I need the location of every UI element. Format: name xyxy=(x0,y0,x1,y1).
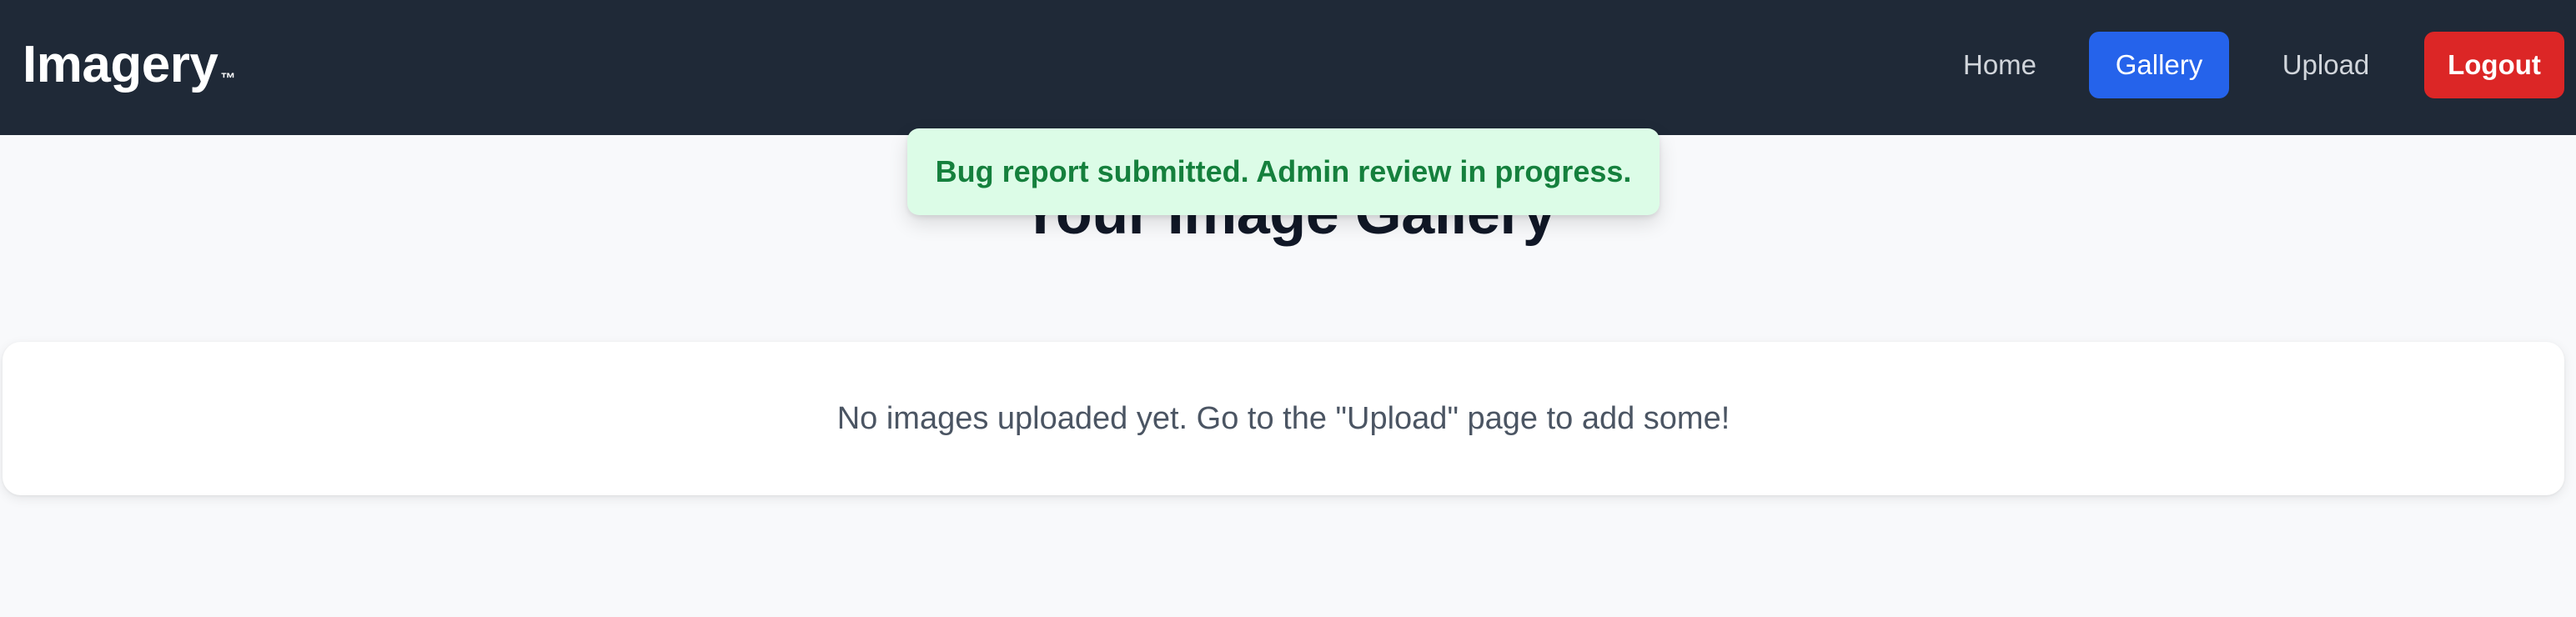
nav-home-link[interactable]: Home xyxy=(1943,32,2056,98)
success-toast: Bug report submitted. Admin review in pr… xyxy=(907,128,1660,215)
top-navbar: Imagery ™ Home Gallery Upload Logout xyxy=(0,0,2576,135)
trademark-mark: ™ xyxy=(220,70,235,87)
logout-button[interactable]: Logout xyxy=(2424,32,2564,98)
brand-name: Imagery xyxy=(23,36,218,93)
gallery-empty-card: No images uploaded yet. Go to the "Uploa… xyxy=(3,342,2564,495)
nav-upload-link[interactable]: Upload xyxy=(2262,32,2390,98)
nav-gallery-link[interactable]: Gallery xyxy=(2089,32,2229,98)
brand-logo[interactable]: Imagery ™ xyxy=(23,32,235,98)
empty-state-message: No images uploaded yet. Go to the "Uploa… xyxy=(836,401,1730,436)
